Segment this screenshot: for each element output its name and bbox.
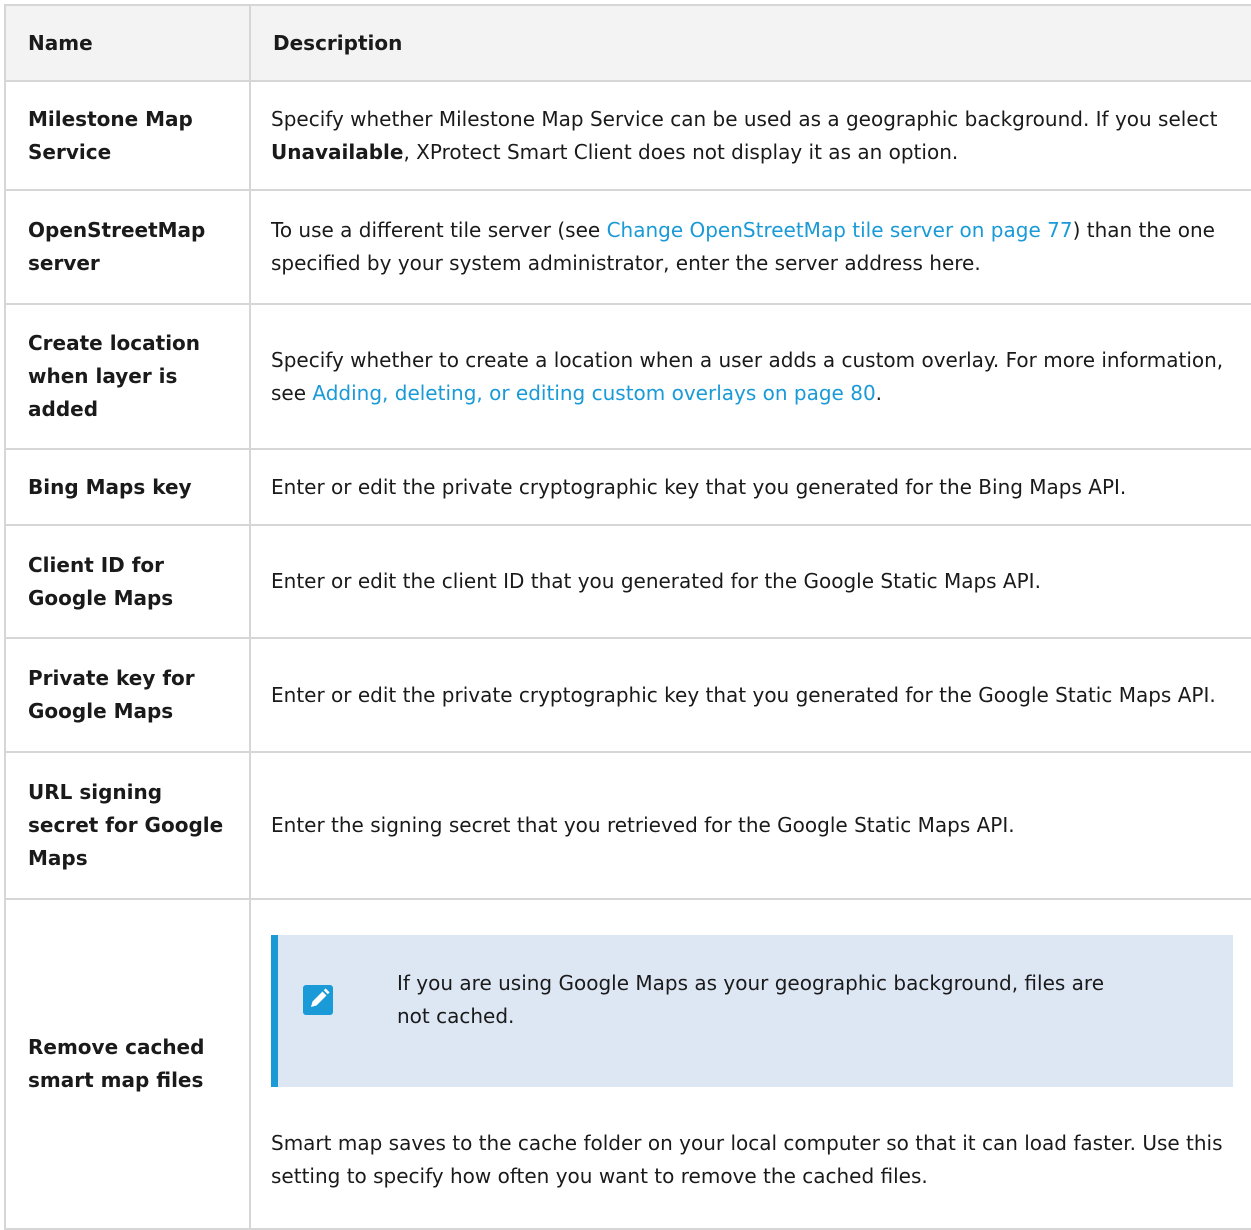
table-row: Milestone Map Service Specify whether Mi… <box>4 80 1251 191</box>
link-custom-overlays[interactable]: Adding, deleting, or editing custom over… <box>312 381 875 405</box>
table-row: Remove cached smart map files If you are… <box>4 898 1251 1230</box>
table-row: Private key for Google Maps Enter or edi… <box>4 637 1251 753</box>
setting-description: Enter the signing secret that you retrie… <box>249 751 1251 900</box>
setting-name: Client ID for Google Maps <box>4 524 251 639</box>
table-header-row: Name Description <box>4 4 1251 82</box>
setting-description: Specify whether to create a location whe… <box>249 303 1251 450</box>
table-row: URL signing secret for Google Maps Enter… <box>4 751 1251 900</box>
setting-name: URL signing secret for Google Maps <box>4 751 251 900</box>
setting-name: Remove cached smart map files <box>4 898 251 1230</box>
setting-name: OpenStreetMap server <box>4 189 251 305</box>
column-header-name: Name <box>4 4 251 82</box>
setting-description: Enter or edit the private cryptographic … <box>249 448 1251 526</box>
setting-description: If you are using Google Maps as your geo… <box>249 898 1251 1230</box>
table-row: OpenStreetMap server To use a different … <box>4 189 1251 305</box>
setting-name: Bing Maps key <box>4 448 251 526</box>
note-text: If you are using Google Maps as your geo… <box>397 971 1104 1028</box>
column-header-description: Description <box>249 4 1251 82</box>
setting-name: Milestone Map Service <box>4 80 251 191</box>
setting-description-text: Smart map saves to the cache folder on y… <box>271 1131 1223 1188</box>
table-row: Create location when layer is added Spec… <box>4 303 1251 450</box>
setting-description: Enter or edit the client ID that you gen… <box>249 524 1251 639</box>
setting-description: To use a different tile server (see Chan… <box>249 189 1251 305</box>
setting-name: Private key for Google Maps <box>4 637 251 753</box>
link-change-openstreetmap-tile-server[interactable]: Change OpenStreetMap tile server on page… <box>607 218 1073 242</box>
setting-description: Specify whether Milestone Map Service ca… <box>249 80 1251 191</box>
setting-description: Enter or edit the private cryptographic … <box>249 637 1251 753</box>
table-row: Client ID for Google Maps Enter or edit … <box>4 524 1251 639</box>
pencil-icon <box>303 985 333 1015</box>
table-row: Bing Maps key Enter or edit the private … <box>4 448 1251 526</box>
bold-term: Unavailable <box>271 139 404 164</box>
note-callout: If you are using Google Maps as your geo… <box>271 935 1233 1087</box>
setting-name: Create location when layer is added <box>4 303 251 450</box>
settings-table: Name Description Milestone Map Service S… <box>4 4 1251 1230</box>
